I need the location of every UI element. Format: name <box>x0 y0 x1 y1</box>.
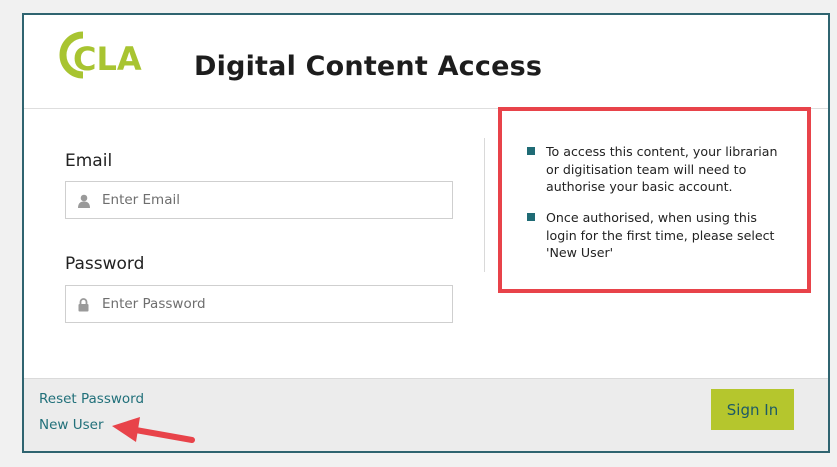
info-text: To access this content, your librarian o… <box>546 144 778 194</box>
lock-icon <box>78 297 89 316</box>
email-placeholder: Enter Email <box>102 192 180 208</box>
cla-logo: CLA <box>53 27 153 87</box>
new-user-link[interactable]: New User <box>39 417 104 433</box>
info-item: To access this content, your librarian o… <box>527 143 787 196</box>
info-item: Once authorised, when using this login f… <box>527 209 787 262</box>
email-label: Email <box>65 151 113 171</box>
password-placeholder: Enter Password <box>102 296 206 312</box>
arrow-pointer-icon <box>106 412 201 461</box>
bullet-square-icon <box>527 147 535 155</box>
bullet-square-icon <box>527 213 535 221</box>
password-field[interactable]: Enter Password <box>65 285 453 323</box>
reset-password-link[interactable]: Reset Password <box>39 391 144 407</box>
password-label: Password <box>65 254 145 274</box>
logo-text: CLA <box>73 40 142 78</box>
login-card: CLA Digital Content Access Email Enter E… <box>22 13 830 453</box>
info-text: Once authorised, when using this login f… <box>546 210 775 260</box>
email-field[interactable]: Enter Email <box>65 181 453 219</box>
sign-in-button[interactable]: Sign In <box>711 389 794 430</box>
user-icon <box>78 193 90 212</box>
info-panel: To access this content, your librarian o… <box>498 107 811 293</box>
header: CLA Digital Content Access <box>24 15 828 109</box>
page-title: Digital Content Access <box>194 51 543 82</box>
vertical-divider <box>484 138 485 272</box>
